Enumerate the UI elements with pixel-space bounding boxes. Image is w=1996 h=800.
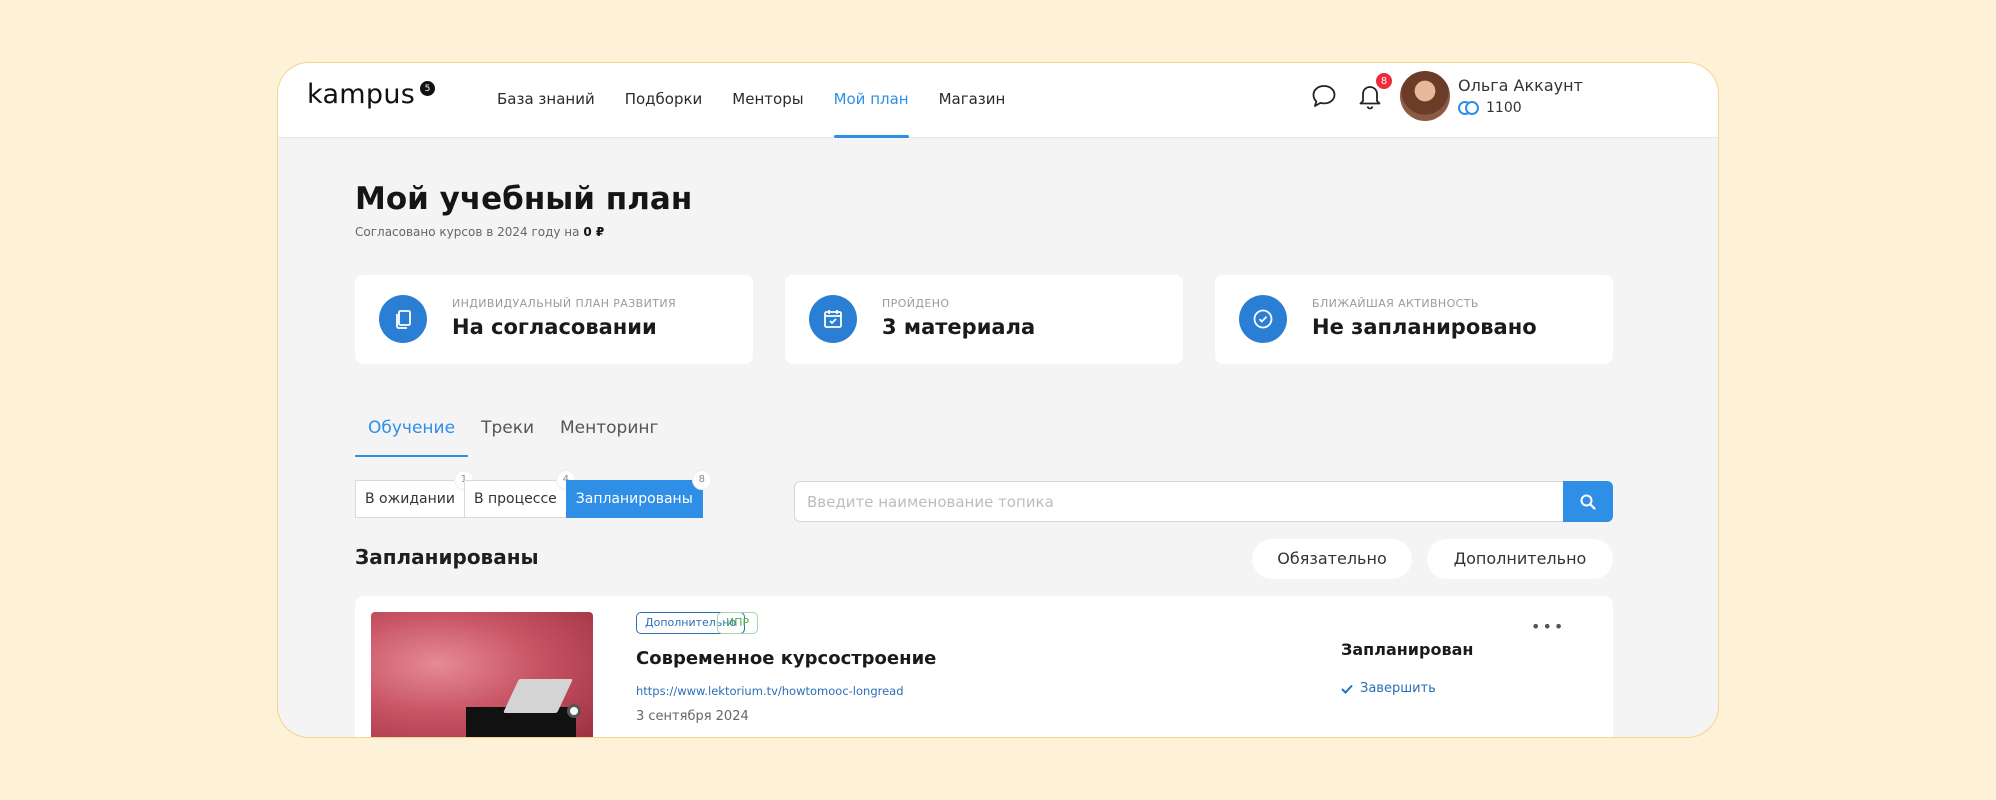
calendar-check-icon — [809, 295, 857, 343]
section-title: Запланированы — [355, 545, 539, 569]
pill-mandatory[interactable]: Обязательно — [1252, 539, 1412, 579]
logo[interactable]: kampus 5 — [307, 79, 436, 110]
summary-card-next-activity: БЛИЖАЙШАЯ АКТИВНОСТЬ Не запланировано — [1215, 275, 1613, 364]
course-date: 3 сентября 2024 — [636, 709, 749, 724]
summary-card-completed: ПРОЙДЕНО 3 материала — [785, 275, 1183, 364]
content-tabs: Обучение Треки Менторинг — [355, 411, 671, 457]
search-icon — [1580, 494, 1596, 510]
top-header: kampus 5 База знаний Подборки Менторы Мо… — [278, 63, 1718, 138]
page-subtitle: Согласовано курсов в 2024 году на 0 ₽ — [355, 225, 604, 239]
card-value: На согласовании — [452, 315, 657, 339]
nav-my-plan[interactable]: Мой план — [819, 63, 924, 138]
document-icon — [379, 295, 427, 343]
check-circle-icon — [1239, 295, 1287, 343]
filter-label: Запланированы — [575, 491, 693, 507]
nav-mentors[interactable]: Менторы — [717, 63, 818, 138]
logo-badge: 5 — [420, 81, 436, 96]
notifications-bell-icon[interactable]: 8 — [1354, 71, 1394, 113]
complete-label: Завершить — [1360, 681, 1436, 696]
nav-knowledge-base[interactable]: База знаний — [482, 63, 610, 138]
subtitle-text: Согласовано курсов в 2024 году на — [355, 225, 580, 239]
tag-idp: ИПР — [717, 612, 759, 634]
complete-button[interactable]: Завершить — [1341, 681, 1436, 696]
card-value: Не запланировано — [1312, 315, 1537, 339]
user-name[interactable]: Ольга Аккаунт — [1458, 76, 1583, 95]
thumb-marker — [567, 704, 581, 718]
filter-label: В ожидании — [365, 491, 455, 507]
avatar[interactable] — [1400, 71, 1450, 121]
user-coins: 1100 — [1458, 100, 1522, 116]
course-link[interactable]: https://www.lektorium.tv/howtomooc-longr… — [636, 684, 904, 698]
course-title[interactable]: Современное курсостроение — [636, 648, 936, 669]
chat-icon[interactable] — [1308, 79, 1340, 113]
card-label: ИНДИВИДУАЛЬНЫЙ ПЛАН РАЗВИТИЯ — [452, 297, 677, 310]
search-button[interactable] — [1563, 481, 1613, 522]
main-nav: База знаний Подборки Менторы Мой план Ма… — [482, 63, 1020, 138]
topic-search-input[interactable] — [794, 481, 1563, 522]
coins-icon — [1458, 101, 1480, 115]
coins-value: 1100 — [1486, 100, 1522, 116]
app-window: kampus 5 База знаний Подборки Менторы Мо… — [277, 62, 1719, 738]
tab-learning[interactable]: Обучение — [355, 411, 469, 457]
card-label: БЛИЖАЙШАЯ АКТИВНОСТЬ — [1312, 297, 1479, 310]
filter-planned[interactable]: Запланированы 8 — [565, 470, 712, 518]
course-status: Запланирован — [1341, 640, 1474, 659]
filter-waiting[interactable]: В ожидании 1 — [355, 470, 474, 518]
notifications-count-badge: 8 — [1374, 71, 1394, 91]
pill-additional[interactable]: Дополнительно — [1427, 539, 1613, 579]
filter-count-badge: 8 — [691, 470, 712, 490]
course-card[interactable]: Дополнительно ИПР Современное курсострое… — [355, 596, 1613, 737]
check-icon — [1341, 684, 1353, 694]
filter-label: В процессе — [473, 491, 557, 507]
filter-in-progress[interactable]: В процессе 4 — [463, 470, 576, 518]
card-value: 3 материала — [882, 315, 1036, 339]
tab-tracks[interactable]: Треки — [468, 411, 547, 445]
page-title: Мой учебный план — [355, 181, 693, 217]
card-label: ПРОЙДЕНО — [882, 297, 950, 310]
status-filter: В ожидании 1 В процессе 4 Запланированы … — [355, 470, 712, 518]
header-actions: 8 — [1308, 71, 1394, 113]
logo-text: kampus — [307, 79, 416, 110]
more-options-icon[interactable]: ••• — [1531, 619, 1565, 635]
tab-mentoring[interactable]: Менторинг — [547, 411, 671, 445]
nav-collections[interactable]: Подборки — [610, 63, 718, 138]
subtitle-amount: 0 ₽ — [583, 225, 605, 239]
course-thumbnail[interactable] — [371, 612, 593, 737]
nav-shop[interactable]: Магазин — [924, 63, 1021, 138]
summary-card-idp: ИНДИВИДУАЛЬНЫЙ ПЛАН РАЗВИТИЯ На согласов… — [355, 275, 753, 364]
